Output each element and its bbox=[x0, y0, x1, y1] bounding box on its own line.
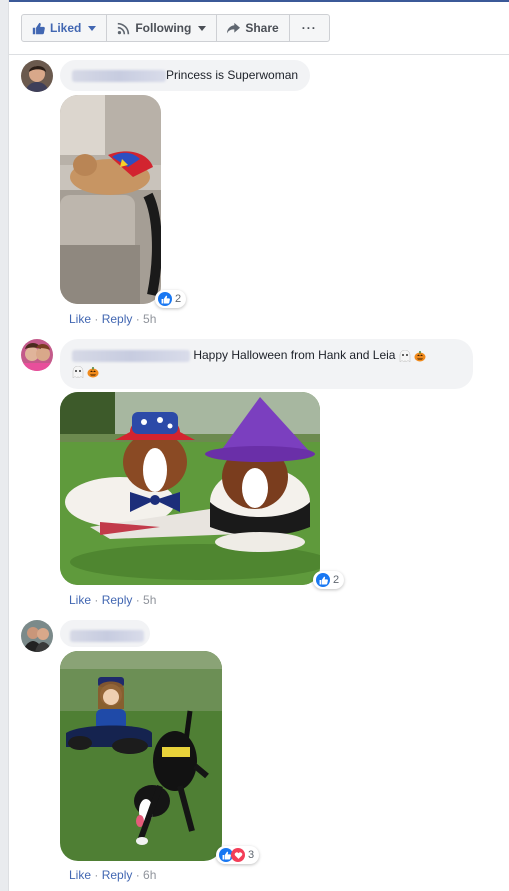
ghost-emoji-icon bbox=[72, 365, 84, 378]
more-icon: ··· bbox=[301, 21, 317, 35]
timestamp[interactable]: 5h bbox=[143, 593, 156, 607]
reply-link[interactable]: Reply bbox=[102, 868, 133, 882]
like-link[interactable]: Like bbox=[69, 868, 91, 882]
comment-actions: Like · Reply · 5h bbox=[69, 593, 157, 607]
comment-bubble: Princess is Superwoman bbox=[60, 60, 311, 91]
chevron-down-icon bbox=[88, 25, 97, 31]
comment-text: Happy Halloween from Hank and Leia bbox=[193, 348, 396, 362]
comment-photo[interactable] bbox=[60, 392, 320, 585]
redacted-author-name bbox=[72, 69, 166, 82]
like-reaction-icon bbox=[316, 573, 330, 587]
reaction-count: 2 bbox=[333, 574, 340, 586]
following-label: Following bbox=[135, 21, 192, 35]
divider bbox=[8, 54, 509, 55]
like-link[interactable]: Like bbox=[69, 312, 91, 326]
comment-bubble bbox=[60, 620, 150, 647]
thumbs-up-icon bbox=[32, 22, 45, 34]
avatar[interactable] bbox=[21, 339, 53, 371]
timestamp[interactable]: 5h bbox=[143, 312, 156, 326]
like-reaction-icon bbox=[158, 292, 172, 306]
chevron-down-icon bbox=[198, 25, 207, 31]
share-button[interactable]: Share bbox=[217, 15, 290, 41]
pumpkin-emoji-icon bbox=[87, 366, 99, 378]
comment-photo[interactable] bbox=[60, 95, 161, 304]
redacted-author-name bbox=[70, 629, 144, 642]
more-options-button[interactable]: ··· bbox=[290, 15, 329, 41]
comment-actions: Like · Reply · 5h bbox=[69, 312, 157, 326]
redacted-author-name bbox=[72, 349, 190, 362]
share-arrow-icon bbox=[227, 22, 241, 33]
comment-text: Princess is Superwoman bbox=[166, 68, 299, 82]
top-border bbox=[0, 0, 509, 2]
comment-bubble: Happy Halloween from Hank and Leia bbox=[60, 339, 473, 389]
like-link[interactable]: Like bbox=[69, 593, 91, 607]
comment-actions: Like · Reply · 6h bbox=[69, 868, 157, 882]
reaction-count: 2 bbox=[175, 293, 182, 305]
reaction-summary[interactable]: 2 bbox=[313, 571, 345, 589]
rss-icon bbox=[118, 22, 130, 34]
ghost-emoji-icon bbox=[399, 349, 411, 362]
pumpkin-emoji-icon bbox=[414, 350, 426, 362]
avatar[interactable] bbox=[21, 620, 53, 652]
share-label: Share bbox=[245, 21, 279, 35]
reaction-summary[interactable]: 2 bbox=[155, 290, 187, 308]
reply-link[interactable]: Reply bbox=[102, 312, 133, 326]
reaction-summary[interactable]: 3 bbox=[216, 846, 260, 864]
reaction-count: 3 bbox=[248, 849, 255, 861]
post-action-bar: Liked Following Share ··· bbox=[21, 14, 330, 42]
comment-photo[interactable] bbox=[60, 651, 222, 861]
liked-label: Liked bbox=[50, 21, 82, 35]
timestamp[interactable]: 6h bbox=[143, 868, 156, 882]
following-button[interactable]: Following bbox=[107, 15, 218, 41]
reply-link[interactable]: Reply bbox=[102, 593, 133, 607]
avatar[interactable] bbox=[21, 60, 53, 92]
left-gutter bbox=[0, 0, 9, 891]
liked-button[interactable]: Liked bbox=[22, 15, 108, 41]
love-reaction-icon bbox=[231, 848, 245, 862]
